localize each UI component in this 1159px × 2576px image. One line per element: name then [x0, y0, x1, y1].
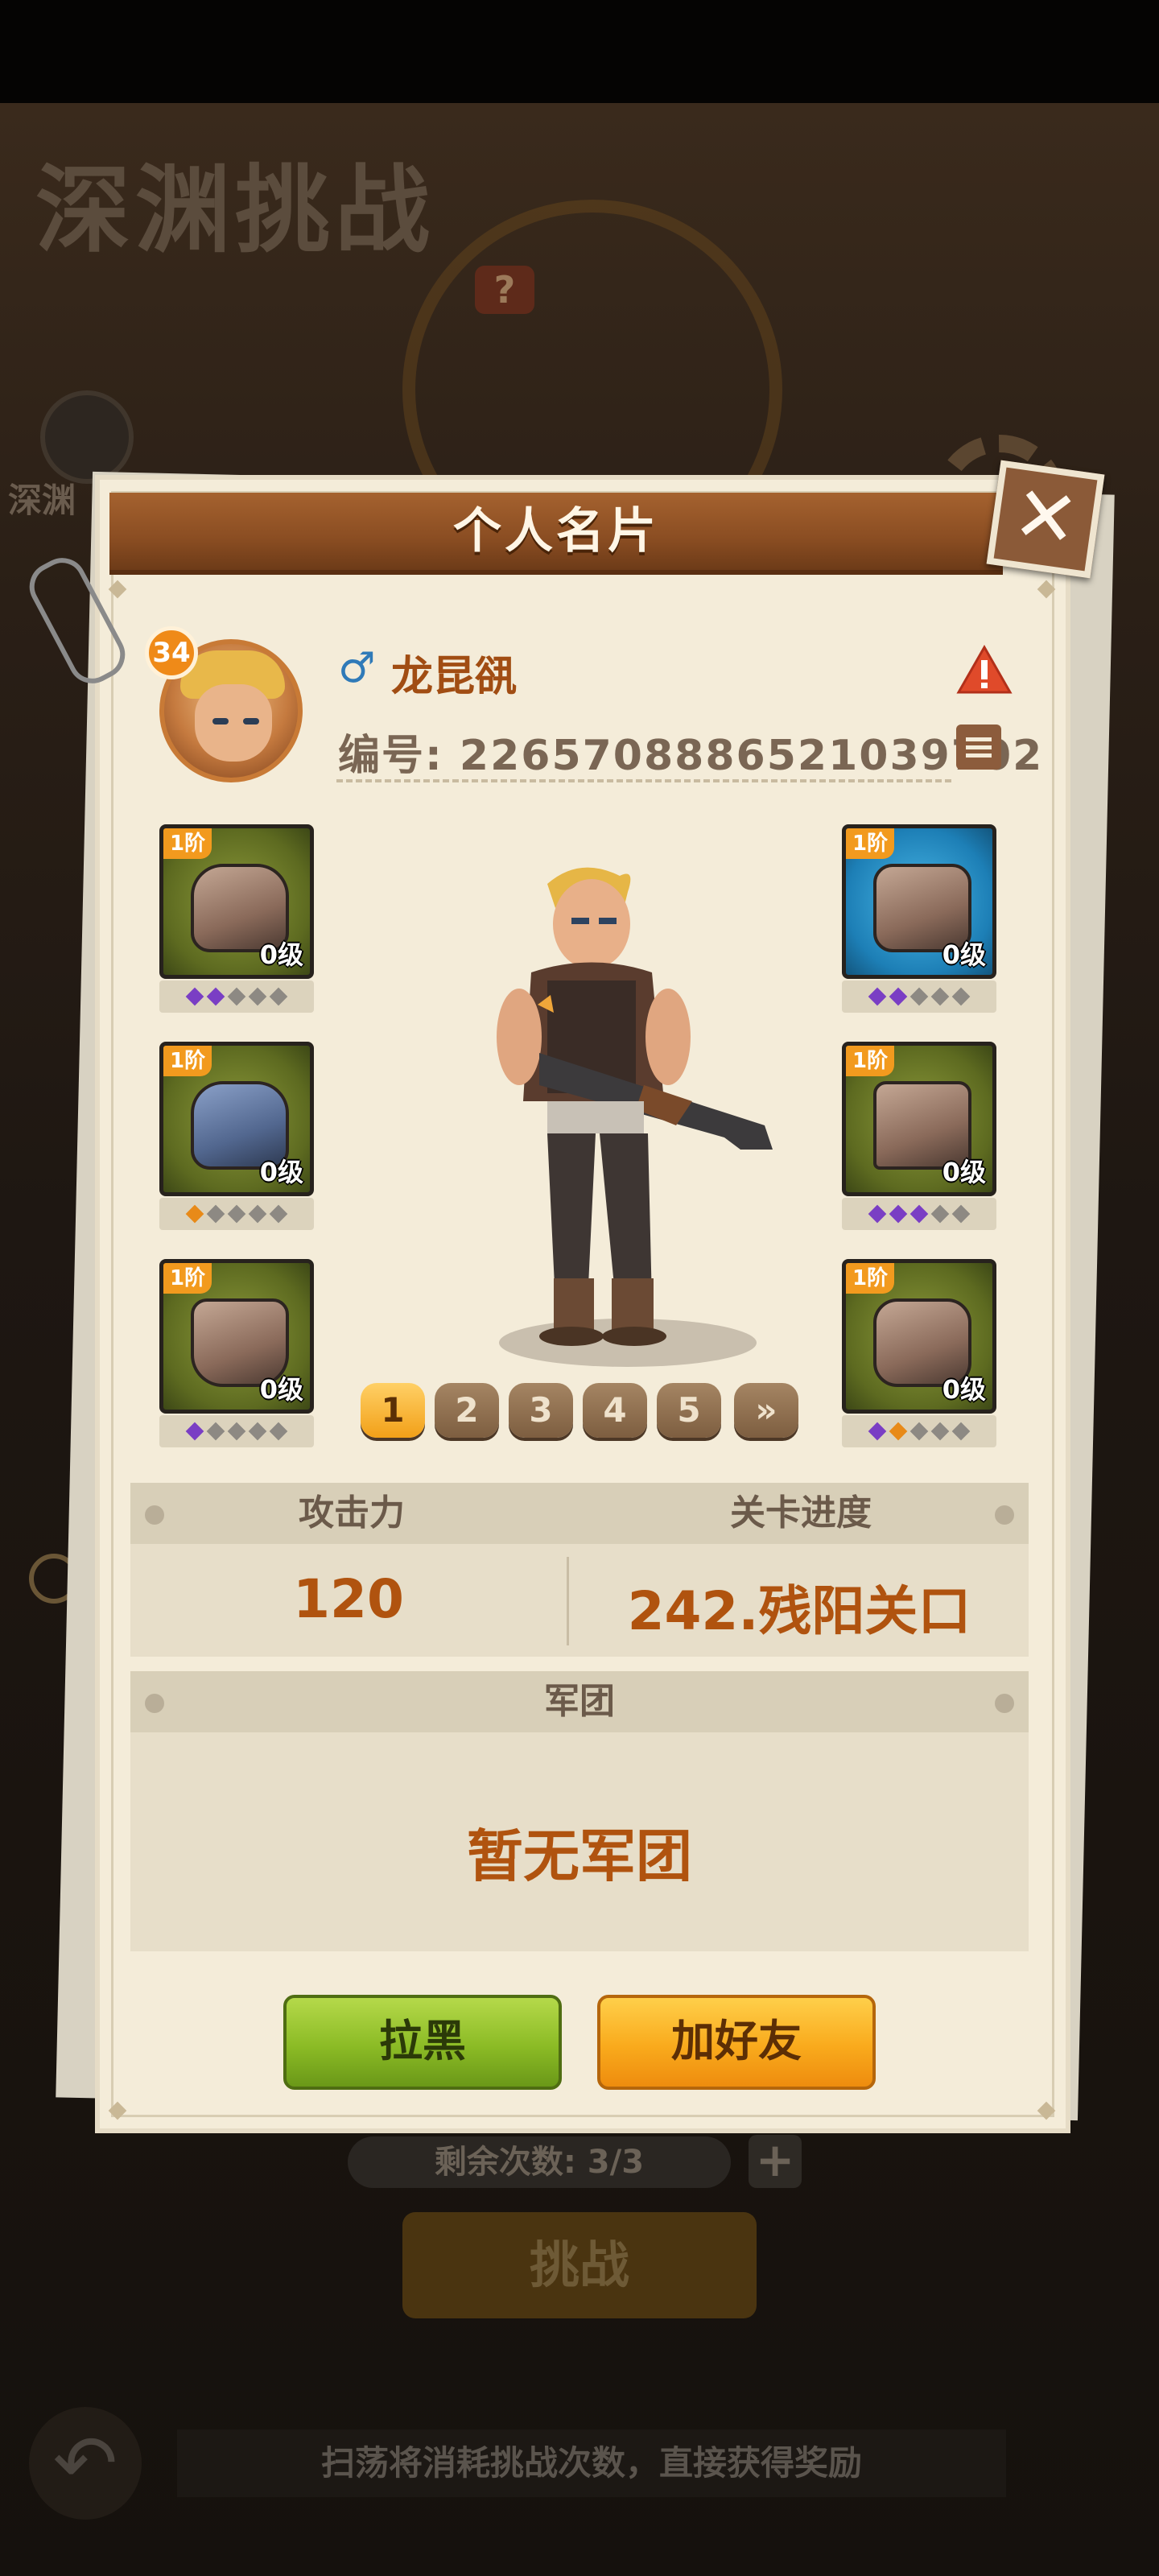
card-title: 个人名片: [453, 503, 659, 559]
add-friend-button[interactable]: 加好友: [597, 1995, 876, 2090]
page-button-3[interactable]: 3: [509, 1383, 573, 1438]
page-button-4[interactable]: 4: [583, 1383, 647, 1438]
next-page-button[interactable]: »: [734, 1383, 798, 1438]
gray-gem-icon: [248, 987, 267, 1006]
challenge-button[interactable]: 挑战: [402, 2212, 757, 2318]
legion-header: 军团: [130, 1671, 1029, 1732]
player-name: 龙昆谻: [391, 653, 518, 701]
equipment-slot-bracers[interactable]: 1阶 0级: [842, 824, 996, 979]
gray-gem-icon: [951, 987, 971, 1006]
gray-gem-icon: [930, 1204, 950, 1224]
equipment-gems: [159, 1198, 314, 1230]
avatar-face: [195, 684, 272, 762]
gray-gem-icon: [227, 1422, 246, 1441]
page-button-5[interactable]: 5: [657, 1383, 721, 1438]
background-title: 深渊挑战: [35, 155, 435, 266]
gray-gem-icon: [206, 1204, 225, 1224]
gray-gem-icon: [909, 987, 929, 1006]
equipment-gems: [842, 980, 996, 1013]
equipment-slot-helmet[interactable]: 1阶 0级: [159, 824, 314, 979]
help-icon[interactable]: ?: [475, 266, 534, 314]
purple-gem-icon: [889, 987, 908, 1006]
background-left-label: 深渊: [8, 481, 76, 520]
equipment-gems: [159, 980, 314, 1013]
equipment-tier: 1阶: [846, 828, 895, 859]
page-button-1[interactable]: 1: [361, 1383, 425, 1438]
gray-gem-icon: [930, 987, 950, 1006]
add-attempts-button[interactable]: +: [749, 2135, 802, 2188]
hero-character-portrait: [497, 867, 773, 1346]
gray-gem-icon: [269, 1422, 288, 1441]
gray-gem-icon: [269, 1204, 288, 1224]
purple-gem-icon: [868, 1204, 887, 1224]
page-button-2[interactable]: 2: [435, 1383, 499, 1438]
id-underline: [336, 779, 951, 782]
equipment-slot-boots[interactable]: 1阶 0级: [159, 1259, 314, 1414]
card-title-banner: 个人名片: [109, 493, 1003, 575]
purple-gem-icon: [889, 1204, 908, 1224]
pin-icon: [995, 1505, 1014, 1525]
equipment-level: 0级: [942, 1374, 986, 1405]
purple-gem-icon: [909, 1204, 929, 1224]
block-button[interactable]: 拉黑: [283, 1995, 562, 2090]
copy-id-icon[interactable]: [956, 724, 1001, 770]
progress-value: 242.残阳关口: [627, 1580, 971, 1642]
equipment-tier: 1阶: [163, 1046, 212, 1076]
avatar-eye: [243, 718, 259, 724]
gray-gem-icon: [227, 1204, 246, 1224]
equipment-level: 0级: [259, 1374, 303, 1405]
equipment-tier: 1阶: [846, 1046, 895, 1076]
close-icon: ✕: [1007, 467, 1085, 567]
equipment-level: 0级: [259, 939, 303, 970]
purple-gem-icon: [185, 1422, 204, 1441]
equipment-slot-armor[interactable]: 1阶 0级: [159, 1042, 314, 1196]
gray-gem-icon: [269, 987, 288, 1006]
gray-gem-icon: [951, 1422, 971, 1441]
equipment-tier: 1阶: [846, 1263, 895, 1294]
stats-header: 攻击力 关卡进度: [130, 1483, 1029, 1544]
attack-label: 攻击力: [299, 1492, 405, 1534]
equipment-level: 0级: [259, 1157, 303, 1187]
report-warning-icon[interactable]: [956, 644, 1013, 696]
back-icon[interactable]: ↶: [29, 2407, 142, 2520]
gray-gem-icon: [909, 1422, 929, 1441]
legion-value: 暂无军团: [467, 1823, 692, 1889]
equipment-gems: [842, 1415, 996, 1447]
purple-gem-icon: [868, 987, 887, 1006]
equipment-tier: 1阶: [163, 1263, 212, 1294]
male-icon: ♂: [338, 644, 376, 692]
equipment-slot-pants[interactable]: 1阶 0级: [842, 1042, 996, 1196]
sweep-hint: 扫荡将消耗挑战次数，直接获得奖励: [177, 2429, 1006, 2497]
purple-gem-icon: [868, 1422, 887, 1441]
close-button[interactable]: ✕: [986, 460, 1105, 579]
equipment-level: 0级: [942, 1157, 986, 1187]
stats-divider: [567, 1557, 569, 1645]
progress-label: 关卡进度: [730, 1492, 872, 1534]
gray-gem-icon: [248, 1422, 267, 1441]
pin-icon: [995, 1694, 1014, 1713]
player-id: 编号: 22657088865210397​02: [338, 732, 1044, 780]
gray-gem-icon: [227, 987, 246, 1006]
orange-gem-icon: [185, 1204, 204, 1224]
equipment-slot-gloves[interactable]: 1阶 0级: [842, 1259, 996, 1414]
equipment-tier: 1阶: [163, 828, 212, 859]
equipment-level: 0级: [942, 939, 986, 970]
legion-label: 军团: [544, 1681, 615, 1722]
level-badge: 34: [145, 626, 198, 679]
remaining-attempts: 剩余次数: 3/3: [348, 2136, 731, 2188]
purple-gem-icon: [185, 987, 204, 1006]
equipment-gems: [159, 1415, 314, 1447]
avatar-eye: [212, 718, 229, 724]
orange-gem-icon: [889, 1422, 908, 1441]
purple-gem-icon: [206, 987, 225, 1006]
gray-gem-icon: [951, 1204, 971, 1224]
abyss-shield-icon[interactable]: [40, 390, 134, 484]
attack-value: 120: [293, 1568, 404, 1630]
gray-gem-icon: [206, 1422, 225, 1441]
gray-gem-icon: [248, 1204, 267, 1224]
gray-gem-icon: [930, 1422, 950, 1441]
equipment-gems: [842, 1198, 996, 1230]
